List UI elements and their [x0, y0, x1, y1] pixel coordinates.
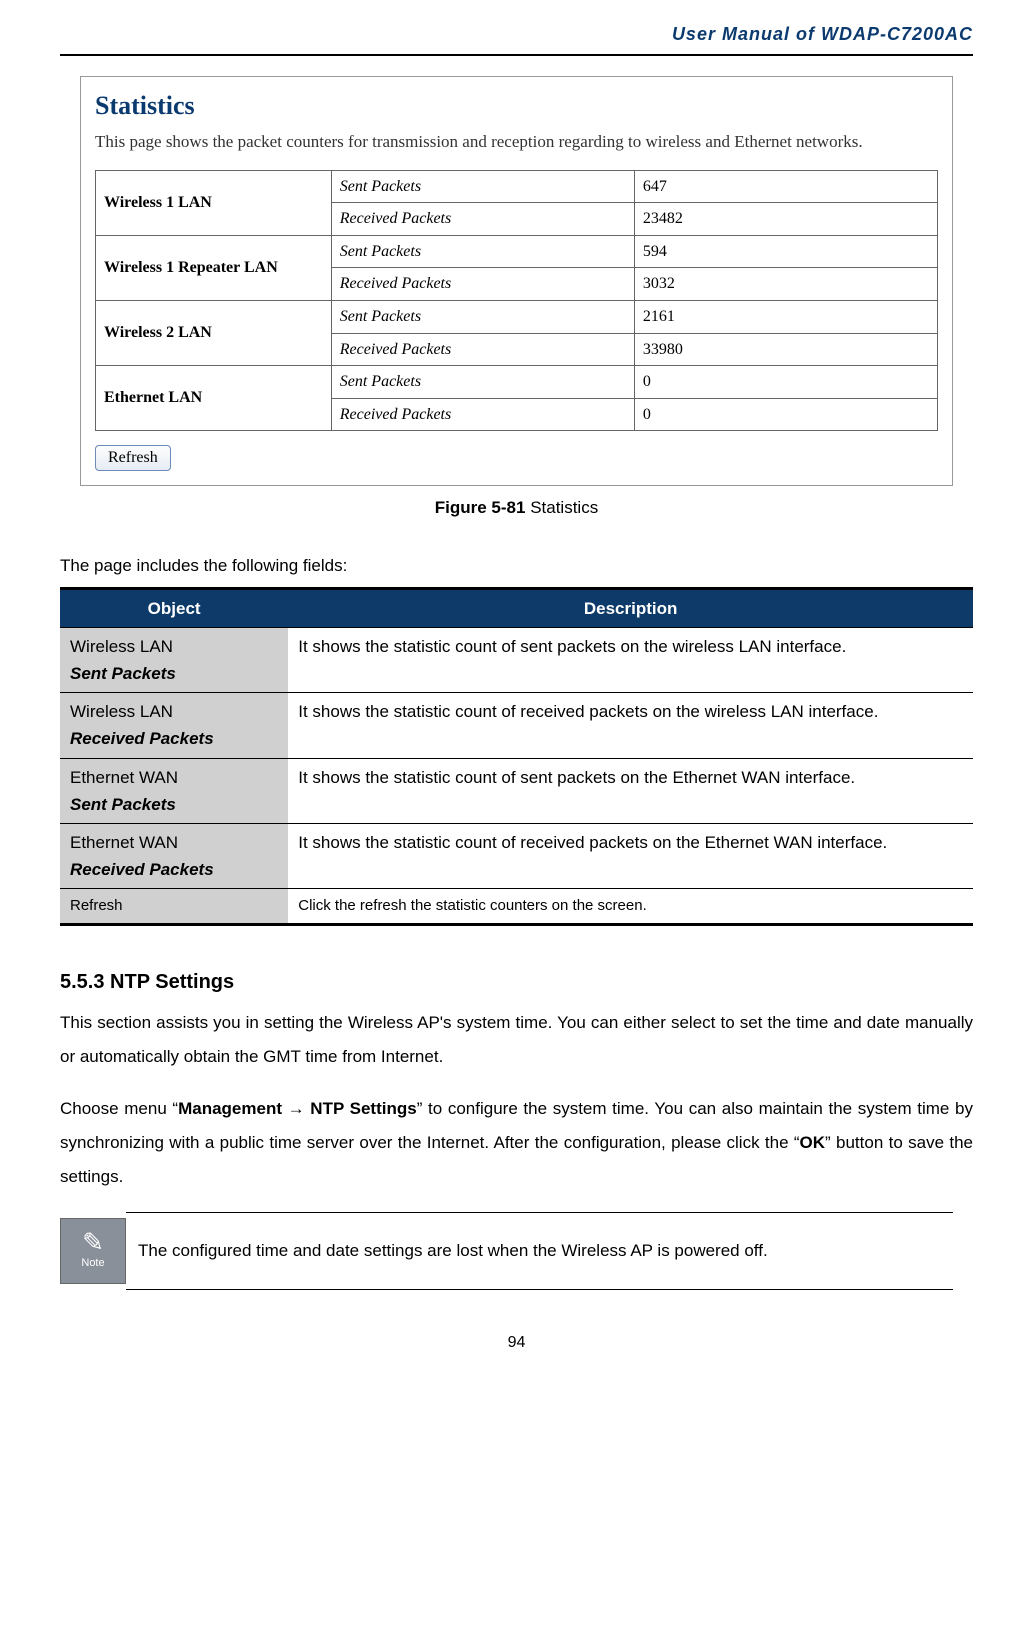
note-text: The configured time and date settings ar…	[126, 1212, 953, 1289]
figure-caption-text: Statistics	[525, 498, 598, 517]
description-cell: It shows the statistic count of sent pac…	[288, 627, 973, 692]
value-cell: 0	[634, 366, 937, 399]
column-header-object: Object	[60, 588, 288, 627]
metric-cell: Received Packets	[331, 268, 634, 301]
value-cell: 3032	[634, 268, 937, 301]
interface-cell: Wireless 2 LAN	[96, 300, 332, 365]
interface-cell: Wireless 1 LAN	[96, 170, 332, 235]
table-row: Wireless 1 Repeater LAN Sent Packets 594	[96, 235, 938, 268]
value-cell: 594	[634, 235, 937, 268]
section-paragraph-2: Choose menu “Management → NTP Settings” …	[60, 1092, 973, 1194]
object-cell: Ethernet WAN Sent Packets	[60, 758, 288, 823]
object-cell: Refresh	[60, 889, 288, 925]
value-cell: 33980	[634, 333, 937, 366]
note-icon: ✎ Note	[60, 1218, 126, 1284]
refresh-button[interactable]: Refresh	[95, 445, 171, 471]
table-row: Wireless LAN Received Packets It shows t…	[60, 693, 973, 758]
table-row: Refresh Click the refresh the statistic …	[60, 889, 973, 925]
panel-title: Statistics	[95, 85, 938, 127]
figure-number: Figure 5-81	[435, 498, 526, 517]
table-row: Wireless 1 LAN Sent Packets 647	[96, 170, 938, 203]
pencil-icon: ✎	[82, 1229, 104, 1255]
object-cell: Wireless LAN Sent Packets	[60, 627, 288, 692]
table-row: Ethernet WAN Sent Packets It shows the s…	[60, 758, 973, 823]
object-cell: Wireless LAN Received Packets	[60, 693, 288, 758]
metric-cell: Sent Packets	[331, 235, 634, 268]
interface-cell: Wireless 1 Repeater LAN	[96, 235, 332, 300]
value-cell: 2161	[634, 300, 937, 333]
interface-cell: Ethernet LAN	[96, 366, 332, 431]
table-row: Wireless LAN Sent Packets It shows the s…	[60, 627, 973, 692]
value-cell: 23482	[634, 203, 937, 236]
table-row: Ethernet LAN Sent Packets 0	[96, 366, 938, 399]
description-cell: It shows the statistic count of received…	[288, 824, 973, 889]
object-cell: Ethernet WAN Received Packets	[60, 824, 288, 889]
field-description-table: Object Description Wireless LAN Sent Pac…	[60, 587, 973, 927]
table-row: Ethernet WAN Received Packets It shows t…	[60, 824, 973, 889]
header-rule	[60, 54, 973, 56]
note-callout: ✎ Note The configured time and date sett…	[60, 1212, 953, 1289]
statistics-table: Wireless 1 LAN Sent Packets 647 Received…	[95, 170, 938, 432]
panel-description: This page shows the packet counters for …	[95, 128, 938, 155]
metric-cell: Sent Packets	[331, 366, 634, 399]
page-header-title: User Manual of WDAP-C7200AC	[60, 20, 973, 49]
description-cell: Click the refresh the statistic counters…	[288, 889, 973, 925]
metric-cell: Received Packets	[331, 333, 634, 366]
value-cell: 0	[634, 398, 937, 431]
description-cell: It shows the statistic count of sent pac…	[288, 758, 973, 823]
note-icon-label: Note	[81, 1255, 104, 1273]
metric-cell: Received Packets	[331, 203, 634, 236]
figure-caption: Figure 5-81 Statistics	[60, 494, 973, 521]
section-paragraph-1: This section assists you in setting the …	[60, 1006, 973, 1074]
column-header-description: Description	[288, 588, 973, 627]
section-heading: 5.5.3 NTP Settings	[60, 966, 973, 998]
table-row: Wireless 2 LAN Sent Packets 2161	[96, 300, 938, 333]
metric-cell: Sent Packets	[331, 170, 634, 203]
metric-cell: Sent Packets	[331, 300, 634, 333]
statistics-screenshot-panel: Statistics This page shows the packet co…	[80, 76, 953, 487]
description-cell: It shows the statistic count of received…	[288, 693, 973, 758]
value-cell: 647	[634, 170, 937, 203]
page-number: 94	[60, 1330, 973, 1356]
metric-cell: Received Packets	[331, 398, 634, 431]
intro-text: The page includes the following fields:	[60, 552, 973, 579]
